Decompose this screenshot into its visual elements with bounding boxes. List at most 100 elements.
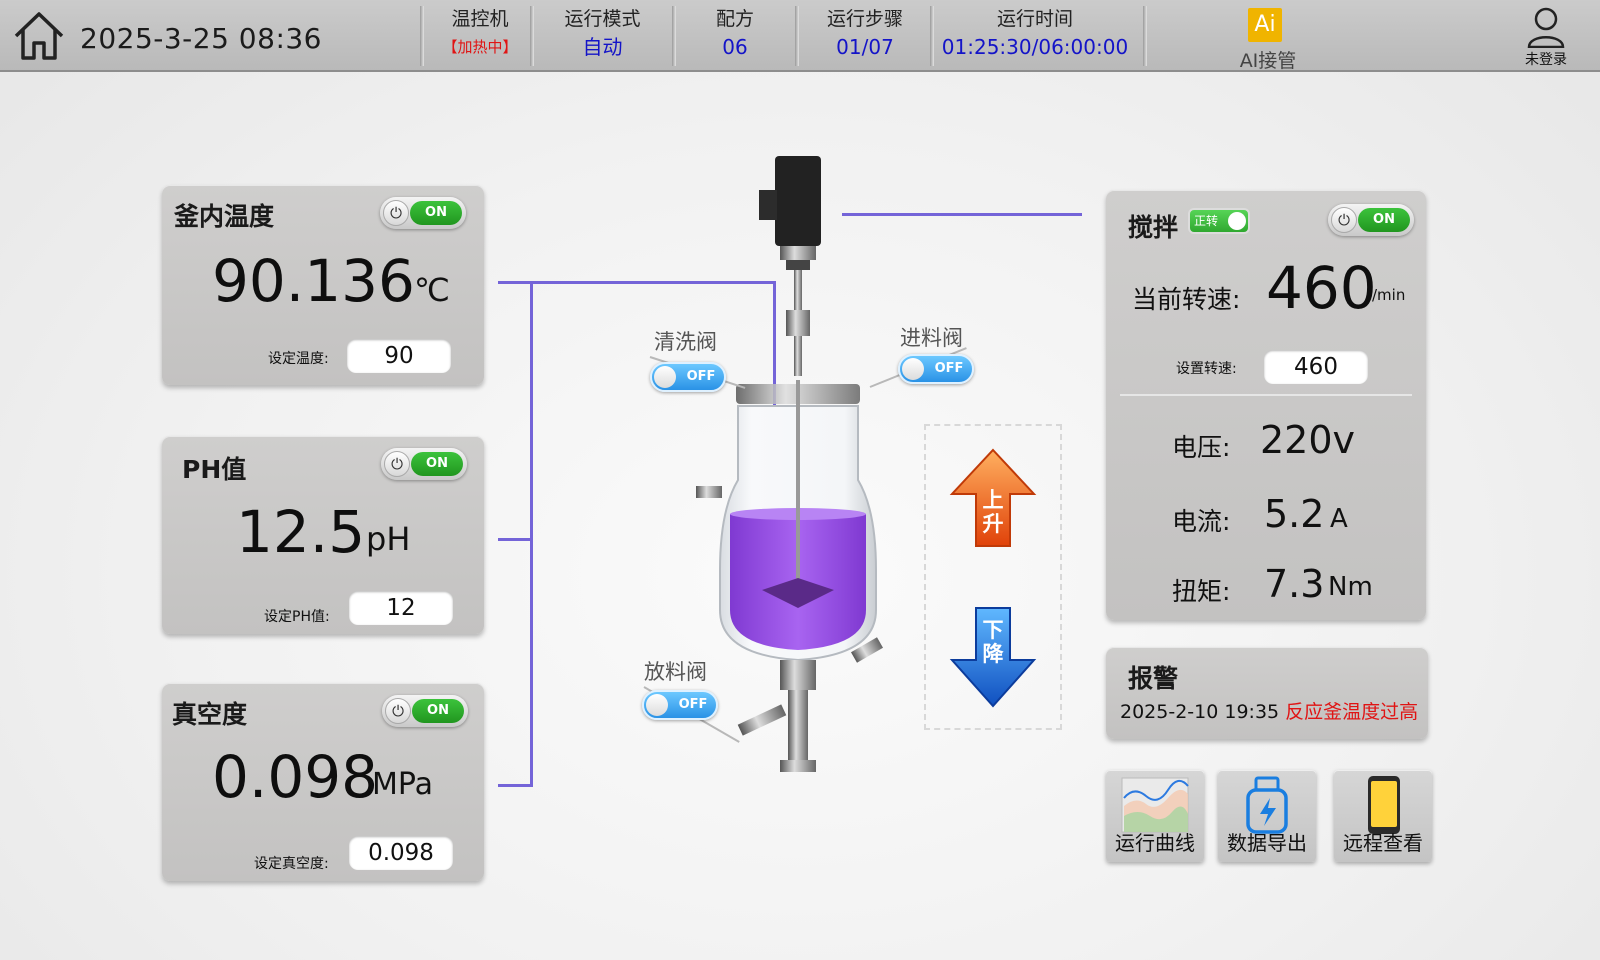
torque-value: 7.3 bbox=[1264, 562, 1325, 606]
alarm-title: 报警 bbox=[1128, 664, 1179, 693]
toggle-state: ON bbox=[411, 452, 463, 476]
clean-valve-toggle[interactable]: OFF bbox=[650, 362, 726, 392]
run-time-value: 01:25:30/06:00:00 bbox=[941, 35, 1129, 59]
vacuum-title: 真空度 bbox=[172, 700, 248, 729]
ph-power-toggle[interactable]: ⏻ ON bbox=[381, 448, 467, 480]
ph-unit: pH bbox=[366, 520, 411, 558]
vacuum-set-input[interactable]: 0.098 bbox=[349, 836, 453, 870]
lift-down-button[interactable]: 下降 bbox=[948, 604, 1038, 712]
stirring-power-toggle[interactable]: ⏻ ON bbox=[1328, 204, 1414, 236]
vacuum-set-label: 设定真空度: bbox=[254, 856, 329, 872]
current-value: 5.2 bbox=[1264, 492, 1325, 536]
run-mode-value: 自动 bbox=[582, 35, 623, 59]
current-label: 电流: bbox=[1172, 507, 1231, 536]
temperature-title: 釜内温度 bbox=[174, 202, 275, 231]
run-mode-label: 运行模式 bbox=[564, 8, 641, 30]
temp-controller-state: 【加热中】 bbox=[442, 38, 518, 56]
toggle-knob bbox=[1228, 212, 1246, 230]
temperature-set-label: 设定温度: bbox=[268, 351, 329, 367]
torque-unit: Nm bbox=[1328, 572, 1373, 602]
divider bbox=[930, 6, 934, 66]
speed-label: 当前转速: bbox=[1132, 285, 1241, 314]
current-datetime: 2025-3-25 08:36 bbox=[80, 22, 322, 55]
voltage-value: 220v bbox=[1260, 418, 1356, 462]
stirring-panel: 搅拌 正转 ⏻ ON 当前转速: 460 /min 设置转速: 460 电压: … bbox=[1106, 190, 1426, 620]
direction-label: 正转 bbox=[1194, 214, 1219, 228]
run-mode: 运行模式 自动 bbox=[540, 6, 665, 62]
remote-view-button[interactable]: 远程查看 bbox=[1334, 770, 1432, 862]
vacuum-panel: 真空度 ⏻ ON 0.098 MPa 设定真空度: 0.098 bbox=[162, 683, 484, 881]
power-icon: ⏻ bbox=[1331, 207, 1357, 233]
alarm-time: 2025-2-10 19:35 bbox=[1120, 701, 1280, 723]
discharge-valve-label: 放料阀 bbox=[644, 660, 707, 684]
divider bbox=[420, 6, 424, 66]
speed-value: 460 bbox=[1266, 254, 1377, 322]
run-time: 运行时间 01:25:30/06:00:00 bbox=[940, 6, 1130, 62]
power-icon: ⏻ bbox=[385, 698, 411, 724]
recipe-label: 配方 bbox=[715, 8, 754, 30]
temp-controller-status: 温控机 【加热中】 bbox=[430, 6, 530, 62]
stirring-direction-toggle[interactable]: 正转 bbox=[1188, 208, 1250, 234]
home-icon[interactable] bbox=[12, 10, 66, 62]
toggle-knob bbox=[646, 694, 668, 716]
run-time-label: 运行时间 bbox=[996, 8, 1073, 30]
ph-panel: PH值 ⏻ ON 12.5 pH 设定PH值: 12 bbox=[162, 436, 484, 634]
toggle-state: ON bbox=[1358, 208, 1410, 232]
run-curve-button[interactable]: 运行曲线 bbox=[1106, 770, 1204, 862]
current-unit: A bbox=[1330, 504, 1348, 534]
run-step: 运行步骤 01/07 bbox=[805, 6, 925, 62]
login-status[interactable]: 未登录 bbox=[1516, 49, 1576, 69]
ph-title: PH值 bbox=[182, 455, 247, 484]
divider bbox=[672, 6, 676, 66]
lift-up-button[interactable]: 上升 bbox=[948, 446, 1038, 554]
toggle-state: OFF bbox=[934, 361, 964, 376]
voltage-label: 电压: bbox=[1172, 433, 1231, 462]
line-chart-icon bbox=[1121, 777, 1189, 833]
data-export-button[interactable]: 数据导出 bbox=[1218, 770, 1316, 862]
top-bar: 2025-3-25 08:36 温控机 【加热中】 运行模式 自动 配方 06 … bbox=[0, 0, 1600, 72]
divider bbox=[1143, 6, 1147, 66]
alarm-entry[interactable]: 2025-2-10 19:35 反应釜温度过高 bbox=[1120, 697, 1418, 724]
feed-valve-toggle[interactable]: OFF bbox=[898, 354, 974, 384]
temperature-unit: ℃ bbox=[414, 271, 450, 309]
lift-down-label: 下降 bbox=[982, 618, 1004, 666]
user-icon[interactable] bbox=[1526, 6, 1566, 48]
stirring-title: 搅拌 bbox=[1128, 213, 1179, 242]
connector-line bbox=[498, 784, 533, 787]
connector-line bbox=[530, 281, 533, 787]
feed-valve-label: 进料阀 bbox=[900, 326, 963, 350]
divider bbox=[530, 6, 534, 66]
phone-icon bbox=[1368, 776, 1400, 834]
speed-set-input[interactable]: 460 bbox=[1264, 350, 1368, 384]
recipe-value: 06 bbox=[722, 35, 748, 59]
usb-drive-icon bbox=[1246, 776, 1288, 834]
recipe: 配方 06 bbox=[680, 6, 790, 62]
ai-takeover-icon[interactable]: Ai bbox=[1248, 8, 1282, 42]
temperature-power-toggle[interactable]: ⏻ ON bbox=[380, 197, 466, 229]
lift-up-label: 上升 bbox=[982, 488, 1004, 536]
clean-valve-label: 清洗阀 bbox=[654, 330, 717, 354]
speed-set-label: 设置转速: bbox=[1176, 361, 1237, 377]
toggle-state: ON bbox=[412, 699, 464, 723]
vacuum-value: 0.098 bbox=[212, 743, 379, 811]
temp-controller-label: 温控机 bbox=[451, 8, 509, 30]
ph-set-input[interactable]: 12 bbox=[349, 591, 453, 625]
vacuum-power-toggle[interactable]: ⏻ ON bbox=[382, 695, 468, 727]
power-icon: ⏻ bbox=[383, 200, 409, 226]
torque-label: 扭矩: bbox=[1172, 577, 1231, 606]
toggle-knob bbox=[902, 358, 924, 380]
connector-line bbox=[498, 281, 533, 284]
toggle-state: ON bbox=[410, 201, 462, 225]
ai-takeover-label[interactable]: AI接管 bbox=[1228, 46, 1308, 73]
run-step-label: 运行步骤 bbox=[826, 8, 903, 30]
ph-set-label: 设定PH值: bbox=[264, 609, 330, 625]
toggle-state: OFF bbox=[686, 369, 716, 384]
toggle-state: OFF bbox=[678, 697, 708, 712]
discharge-valve-toggle[interactable]: OFF bbox=[642, 690, 718, 720]
temperature-value: 90.136 bbox=[212, 247, 415, 315]
run-step-value: 01/07 bbox=[836, 35, 894, 59]
connector-line bbox=[498, 538, 533, 541]
divider bbox=[1120, 394, 1412, 396]
temperature-panel: 釜内温度 ⏻ ON 90.136 ℃ 设定温度: 90 bbox=[162, 185, 484, 385]
temperature-set-input[interactable]: 90 bbox=[347, 339, 451, 373]
